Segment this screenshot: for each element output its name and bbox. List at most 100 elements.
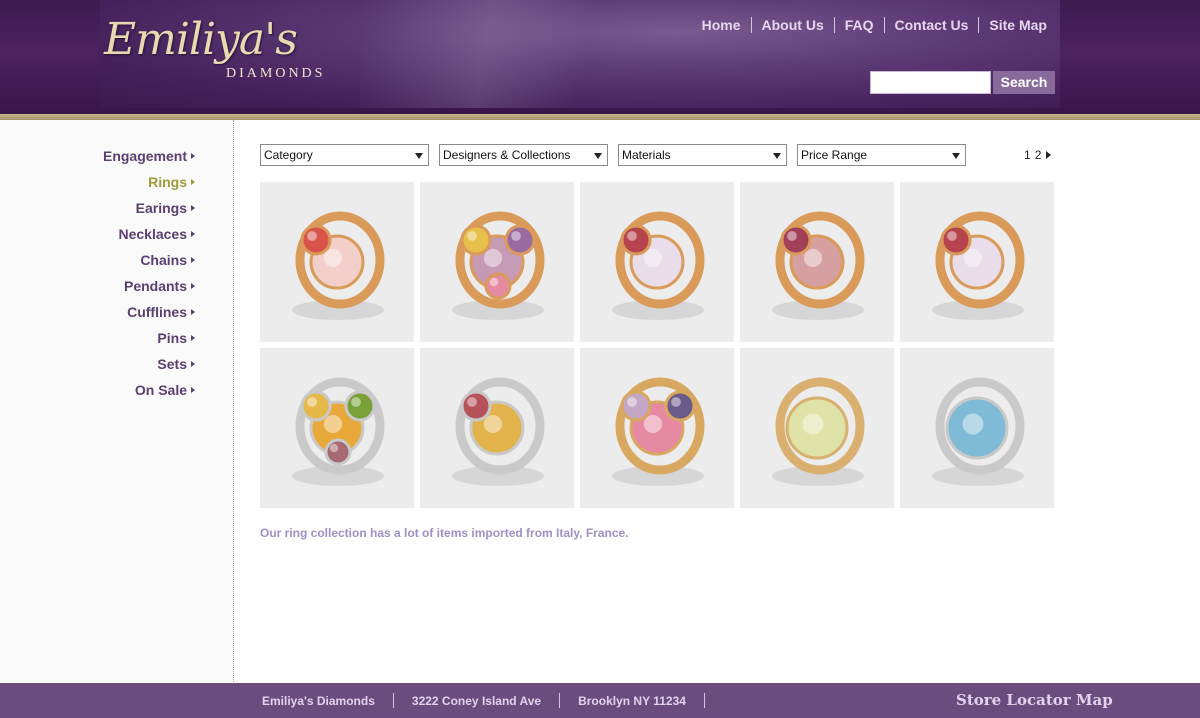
chevron-down-icon [594, 153, 602, 159]
gemstone-highlight [787, 231, 797, 241]
sidebar-item-cufflines[interactable]: Cufflines [103, 303, 195, 329]
gemstone [460, 224, 492, 256]
gemstone [620, 224, 652, 256]
product-tile[interactable] [900, 182, 1054, 342]
sidebar-item-necklaces[interactable]: Necklaces [103, 225, 195, 251]
designers-select[interactable]: Designers & Collections [439, 144, 608, 166]
gemstone-highlight [803, 248, 823, 268]
gemstone-highlight [489, 277, 499, 287]
chevron-right-icon [191, 387, 195, 393]
chevron-right-icon [191, 231, 195, 237]
gemstone-highlight [467, 231, 477, 241]
product-tile[interactable] [740, 182, 894, 342]
price-range-select-value: Price Range [801, 148, 868, 162]
gemstone [460, 390, 492, 422]
gemstone-highlight [627, 231, 637, 241]
nav-site-map[interactable]: Site Map [979, 16, 1057, 34]
site-logo[interactable]: Emiliya's DIAMONDS [100, 14, 340, 94]
ring-image [900, 348, 1054, 508]
gemstone [940, 224, 972, 256]
nav-contact-us[interactable]: Contact Us [885, 16, 979, 34]
gemstone-highlight [483, 248, 503, 268]
gemstone [780, 224, 812, 256]
gemstone-highlight [483, 414, 503, 434]
product-tile[interactable] [260, 348, 414, 508]
chevron-right-icon [191, 179, 195, 185]
footer-city: Brooklyn NY 11234 [578, 693, 686, 708]
gemstone-highlight [643, 248, 663, 268]
gemstone-highlight [323, 248, 343, 268]
gemstone-highlight [802, 413, 824, 435]
page-link-1[interactable]: 1 [1024, 148, 1031, 162]
next-page-icon[interactable] [1046, 151, 1052, 159]
ring-image [580, 182, 734, 342]
ring-image [420, 348, 574, 508]
ring-image [740, 348, 894, 508]
product-tile[interactable] [740, 348, 894, 508]
product-tile[interactable] [580, 182, 734, 342]
designers-select-value: Designers & Collections [443, 148, 571, 162]
sidebar-item-earings[interactable]: Earings [103, 199, 195, 225]
gemstone [484, 272, 512, 300]
search-button[interactable]: Search [993, 71, 1055, 94]
sidebar-item-label: Cufflines [127, 304, 187, 320]
footer-separator [703, 693, 705, 708]
ring-image [420, 182, 574, 342]
price-range-select[interactable]: Price Range [797, 144, 966, 166]
gemstone [324, 438, 352, 466]
chevron-right-icon [191, 257, 195, 263]
sidebar-item-label: On Sale [134, 382, 187, 398]
sidebar-item-pins[interactable]: Pins [103, 329, 195, 355]
gemstone [620, 390, 652, 422]
chevron-down-icon [415, 153, 423, 159]
chevron-down-icon [773, 153, 781, 159]
gemstone-highlight [467, 397, 477, 407]
gemstone-highlight [963, 248, 983, 268]
search-input[interactable] [870, 71, 991, 94]
top-navigation: Home About Us FAQ Contact Us Site Map [692, 16, 1057, 34]
gemstone-highlight [307, 397, 317, 407]
sidebar-item-label: Rings [148, 174, 187, 190]
chevron-down-icon [952, 153, 960, 159]
sidebar-item-sets[interactable]: Sets [103, 355, 195, 381]
gemstone-highlight [947, 231, 957, 241]
product-tile[interactable] [900, 348, 1054, 508]
product-tile[interactable] [580, 348, 734, 508]
sidebar-item-on-sale[interactable]: On Sale [103, 381, 195, 407]
gemstone [300, 390, 332, 422]
sidebar-item-pendants[interactable]: Pendants [103, 277, 195, 303]
ring-image [260, 348, 414, 508]
store-locator-map-link[interactable]: Store Locator Map [956, 691, 1113, 709]
materials-select-value: Materials [622, 148, 671, 162]
chevron-right-icon [191, 153, 195, 159]
sidebar-item-label: Chains [140, 252, 187, 268]
gemstone [300, 224, 332, 256]
gemstone-highlight [511, 231, 521, 241]
category-select[interactable]: Category [260, 144, 429, 166]
gemstone-highlight [671, 397, 681, 407]
product-tile[interactable] [420, 348, 574, 508]
nav-faq[interactable]: FAQ [835, 16, 884, 34]
sidebar-item-label: Sets [157, 356, 187, 372]
product-tile[interactable] [420, 182, 574, 342]
page-link-2[interactable]: 2 [1035, 148, 1042, 162]
sidebar-item-rings[interactable]: Rings [103, 173, 195, 199]
gemstone-highlight [643, 414, 663, 434]
site-footer: Emiliya's Diamonds 3222 Coney Island Ave… [0, 683, 1200, 718]
ring-image [900, 182, 1054, 342]
chevron-right-icon [191, 335, 195, 341]
gemstone [664, 390, 696, 422]
materials-select[interactable]: Materials [618, 144, 787, 166]
nav-about-us[interactable]: About Us [752, 16, 834, 34]
footer-info: Emiliya's Diamonds 3222 Coney Island Ave… [244, 683, 705, 718]
product-tile[interactable] [260, 182, 414, 342]
category-list: Engagement Rings Earings Necklaces Chains Pen… [103, 147, 195, 407]
nav-home[interactable]: Home [692, 16, 751, 34]
sidebar-item-chains[interactable]: Chains [103, 251, 195, 277]
chevron-right-icon [191, 361, 195, 367]
ring-image [740, 182, 894, 342]
collection-caption: Our ring collection has a lot of items i… [260, 526, 629, 540]
sidebar-item-engagement[interactable]: Engagement [103, 147, 195, 173]
ring-image [260, 182, 414, 342]
category-select-value: Category [264, 148, 313, 162]
